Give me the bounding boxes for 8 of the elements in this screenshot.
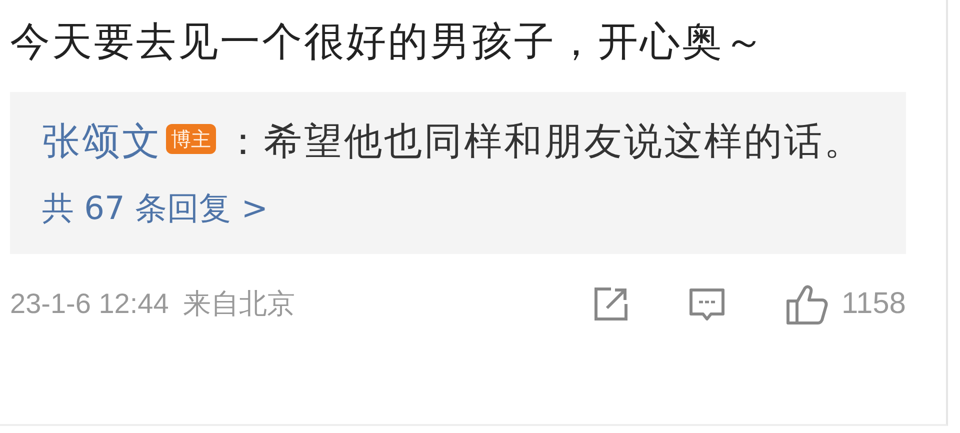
author-badge: 博主 [166,124,216,154]
timestamp: 23-1-6 12:44 [10,288,169,320]
more-replies-link[interactable]: 共 67 条回复 > [42,176,886,240]
location-text: 来自北京 [182,286,295,322]
reply-text: ：希望他也同样和朋友说这样的话。 [224,119,864,163]
like-count: 1158 [841,287,906,321]
author-link[interactable]: 张颂文 [42,119,162,163]
comment-text: 今天要去见一个很好的男孩子，开心奥～ [9,18,767,67]
